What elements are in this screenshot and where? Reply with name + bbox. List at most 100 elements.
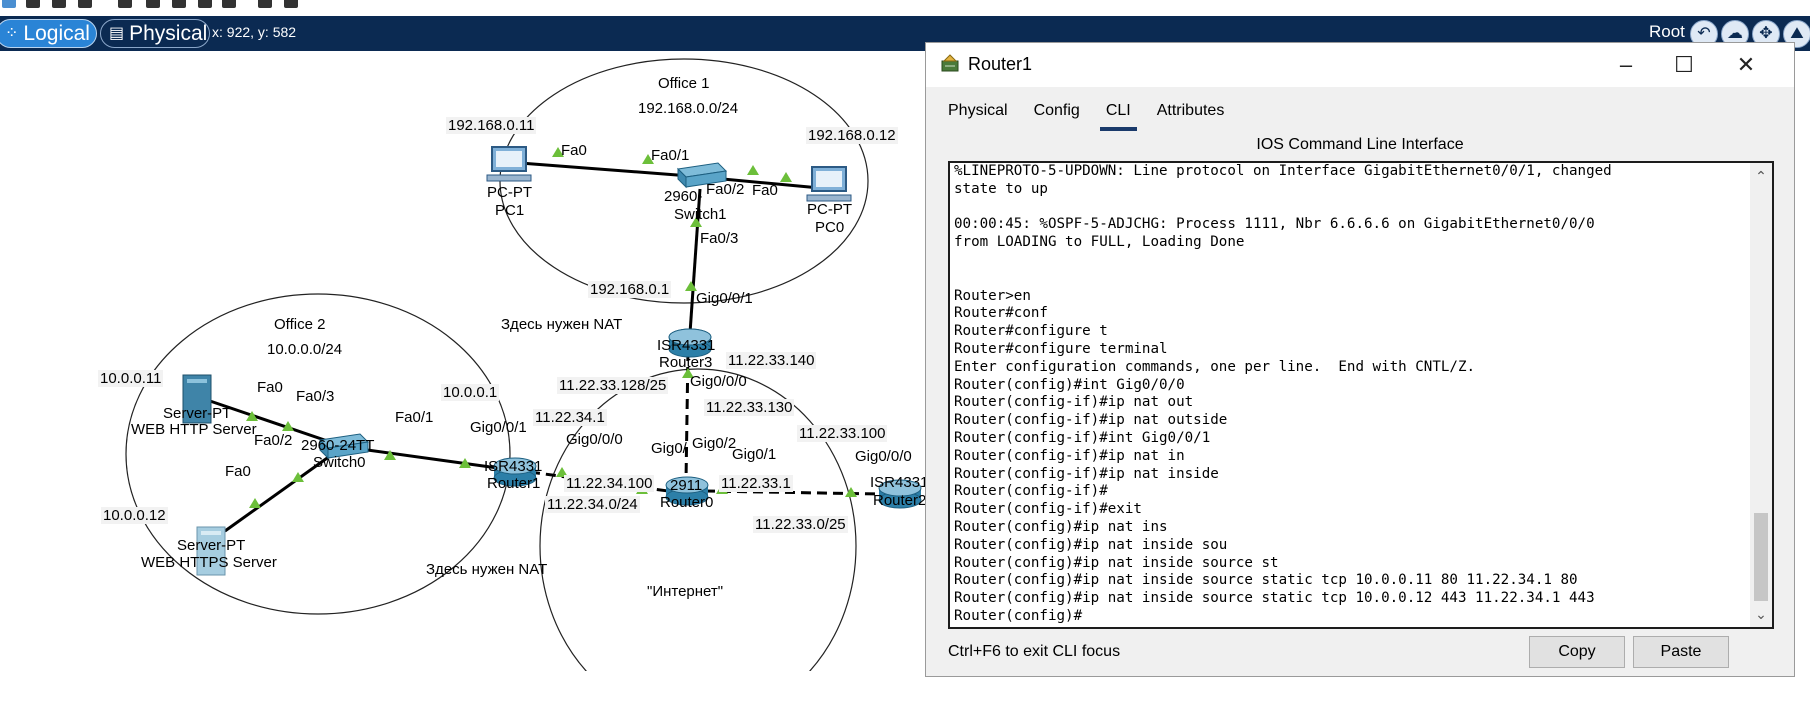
office1-subnet: 192.168.0.0/24: [638, 100, 739, 117]
tab-config[interactable]: Config: [1022, 98, 1092, 128]
router3-gateway-ip: 192.168.0.1: [588, 281, 672, 298]
router0-ip-wan3: 11.22.33.130: [704, 399, 795, 416]
router2-name: Router2: [873, 492, 925, 509]
server-http-ip: 10.0.0.11: [98, 370, 164, 387]
router1-name: Router1: [487, 475, 541, 492]
pc1-ip: 192.168.0.11: [446, 117, 537, 134]
select-tool-icon[interactable]: [2, 0, 16, 8]
server-https-name: WEB HTTPS Server: [141, 554, 277, 571]
router2-type: ISR4331: [870, 474, 925, 491]
cli-line: Router(config)#ip nat inside source st: [954, 554, 1279, 571]
router2-ip: 11.22.33.100: [797, 425, 888, 442]
pc0-ip: 192.168.0.12: [806, 127, 898, 144]
pc1-name: PC1: [495, 202, 525, 219]
draw-line-tool-icon[interactable]: [146, 0, 160, 8]
maximize-button[interactable]: ☐: [1664, 49, 1704, 81]
switch0-name: Switch0: [313, 454, 366, 471]
server-http-port: Fa0: [257, 379, 283, 396]
logical-label: Logical: [23, 21, 90, 45]
pc0-type: PC-PT: [807, 201, 852, 218]
server-https-type: Server-PT: [177, 537, 246, 554]
cli-line: Enter configuration commands, one per li…: [954, 358, 1476, 375]
tab-physical[interactable]: Physical: [936, 98, 1020, 128]
router3-name: Router3: [659, 354, 713, 371]
cli-line: Router(config)#ip nat inside source stat…: [954, 590, 1595, 607]
router2-port-gig000: Gig0/0/0: [855, 448, 912, 465]
tab-attributes[interactable]: Attributes: [1145, 98, 1237, 128]
close-button[interactable]: ✕: [1726, 49, 1766, 81]
freeform-tool-icon[interactable]: [222, 0, 236, 8]
cli-line: Router(config)#ip nat ins: [954, 518, 1168, 535]
pc0-icon: [806, 166, 852, 202]
router3-wan-ip: 11.22.33.140: [726, 352, 817, 369]
scroll-down-icon[interactable]: ⌄: [1750, 603, 1772, 625]
paste-button[interactable]: Paste: [1633, 636, 1729, 668]
minimize-button[interactable]: –: [1606, 49, 1646, 81]
router1-port-gig000: Gig0/0/0: [566, 431, 623, 448]
physical-icon: ▤: [109, 24, 125, 42]
nat-note-office1: Здесь нужен NAT: [501, 316, 623, 333]
pc0-name: PC0: [815, 219, 845, 236]
cli-line: Router>en: [954, 287, 1031, 304]
cli-line: Router(config-if)#int Gig0/0/1: [954, 429, 1211, 446]
nat-note-office2: Здесь нужен NAT: [426, 561, 548, 578]
server-https-ip: 10.0.0.12: [101, 507, 168, 524]
office1-name: Office 1: [658, 75, 710, 92]
cli-line: Router(config-if)#: [954, 483, 1108, 500]
note-tool-icon[interactable]: [118, 0, 132, 8]
scroll-up-icon[interactable]: ⌃: [1750, 165, 1772, 187]
window-titlebar[interactable]: Router1 – ☐ ✕: [926, 43, 1794, 87]
inspect-tool-icon[interactable]: [26, 0, 40, 8]
switch0-port-fa01: Fa0/1: [395, 409, 434, 426]
pc1-type: PC-PT: [487, 184, 532, 201]
office2-name: Office 2: [274, 316, 326, 333]
cli-scrollbar[interactable]: ⌃ ⌄: [1750, 163, 1772, 627]
cli-line: Router(config-if)#exit: [954, 501, 1142, 518]
logical-icon: ⁘: [5, 24, 19, 42]
window-title: Router1: [968, 54, 1033, 74]
router1-gateway-ip: 10.0.0.1: [441, 384, 500, 401]
cli-line: Router(config)#int Gig0/0/0: [954, 376, 1185, 393]
physical-label: Physical: [129, 21, 208, 45]
router3-wan-network: 11.22.33.128/25: [557, 377, 669, 394]
rectangle-tool-icon[interactable]: [172, 0, 186, 8]
cli-focus-hint: Ctrl+F6 to exit CLI focus: [948, 643, 1121, 660]
router0-name: Router0: [660, 494, 714, 511]
server-http-name: WEB HTTP Server: [131, 421, 257, 438]
cli-line: %LINEPROTO-5-UPDOWN: Line protocol on In…: [954, 163, 1612, 179]
simple-pdu-icon[interactable]: [258, 0, 272, 8]
copy-button[interactable]: Copy: [1529, 636, 1625, 668]
complex-pdu-icon[interactable]: [284, 0, 298, 8]
cli-console[interactable]: %LINEPROTO-5-UPDOWN: Line protocol on In…: [948, 161, 1774, 629]
cli-heading: IOS Command Line Interface: [1256, 136, 1464, 153]
logical-mode-button[interactable]: ⁘ Logical: [0, 19, 97, 48]
cli-line: [954, 252, 1744, 270]
logical-workspace-canvas[interactable]: Office 1 192.168.0.0/24 192.168.0.11 192…: [0, 51, 925, 671]
cli-line: 00:00:45: %OSPF-5-ADJCHG: Process 1111, …: [954, 216, 1595, 233]
cli-line: Router(config)#ip nat inside source stat…: [954, 572, 1578, 589]
ellipse-tool-icon[interactable]: [198, 0, 212, 8]
cli-output[interactable]: %LINEPROTO-5-UPDOWN: Line protocol on In…: [954, 163, 1744, 626]
cli-line: Router(config-if)#ip nat in: [954, 447, 1185, 464]
server-https-port: Fa0: [225, 463, 251, 480]
server-http-type: Server-PT: [163, 405, 232, 422]
cli-line: Router(config-if)#ip nat out: [954, 394, 1194, 411]
resize-tool-icon[interactable]: [78, 0, 92, 8]
cli-line: Router(config)#: [954, 607, 1083, 624]
pc0-port: Fa0: [752, 182, 778, 199]
cli-line: Router#conf: [954, 305, 1048, 322]
router3-port-gig001: Gig0/0/1: [696, 290, 753, 307]
internet-label: "Интернет": [647, 583, 724, 600]
switch1-name: Switch1: [674, 206, 727, 223]
cli-line: state to up: [954, 180, 1048, 197]
cli-line: Router#configure t: [954, 323, 1108, 340]
switch1-type: 2960-: [664, 188, 703, 205]
cursor-coordinates: x: 922, y: 582: [212, 24, 297, 40]
switch0-type: 2960-24TT: [301, 437, 375, 454]
physical-mode-button[interactable]: ▤ Physical: [100, 19, 210, 48]
delete-tool-icon[interactable]: [52, 0, 66, 8]
scroll-thumb[interactable]: [1754, 513, 1768, 601]
router0-port-gig0: Gig0/: [651, 440, 687, 457]
tab-cli[interactable]: CLI: [1094, 98, 1143, 131]
router0-port-gig01: Gig0/1: [732, 446, 777, 463]
